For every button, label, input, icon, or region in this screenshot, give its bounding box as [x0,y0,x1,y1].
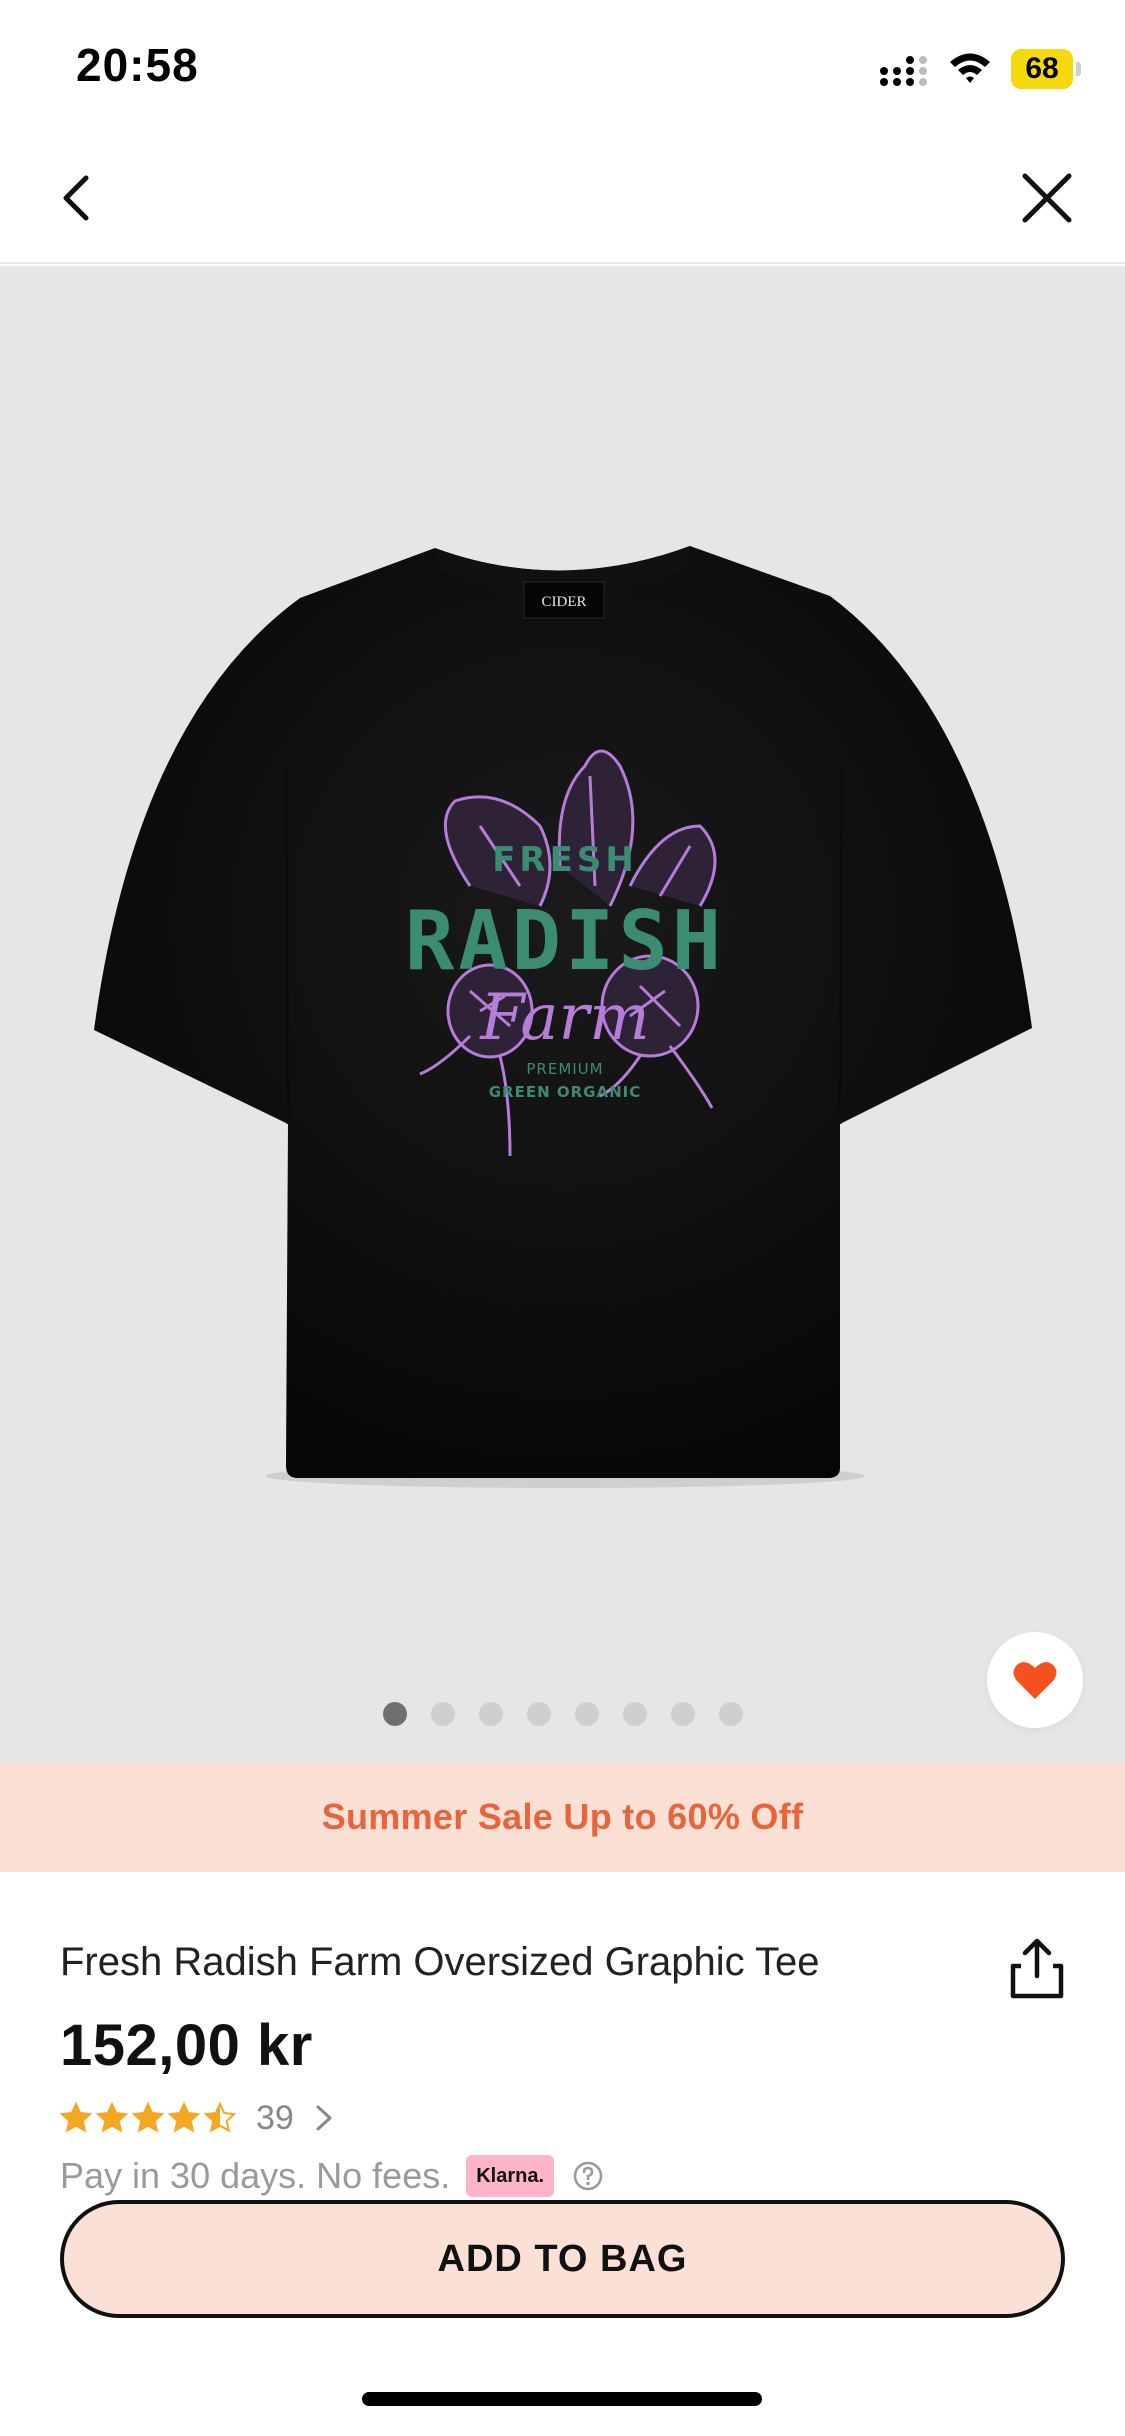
chevron-left-icon[interactable] [48,168,108,228]
graphic-text-green-organic: GREEN ORGANIC [489,1083,642,1101]
star-icon [96,2102,128,2133]
gallery-pagination [0,1702,1125,1726]
home-indicator [362,2392,762,2406]
rating-row[interactable]: 39 [60,2096,336,2140]
add-to-bag-button[interactable]: ADD TO BAG [60,2200,1065,2318]
review-count: 39 [256,2098,294,2137]
status-time: 20:58 [76,39,199,91]
pagination-dot[interactable] [382,1702,407,1726]
battery-level: 68 [1011,49,1073,89]
nav-bar [0,132,1125,264]
brand-label: CIDER [542,594,587,610]
rating-stars [60,2102,236,2134]
wifi-icon [950,53,990,83]
add-to-bag-label: ADD TO BAG [437,2237,688,2280]
klarna-logo: Klarna. [466,2155,555,2197]
pagination-dot[interactable] [526,1702,551,1726]
promo-banner[interactable]: Summer Sale Up to 60% Off [0,1762,1125,1872]
battery-cap [1076,62,1081,76]
pagination-dot[interactable] [430,1702,455,1726]
pay-later-row[interactable]: Pay in 30 days. No fees. Klarna. [60,2152,604,2200]
product-price: 152,00 kr [60,2013,313,2078]
pagination-dot[interactable] [574,1702,599,1726]
pagination-dot[interactable] [670,1702,695,1726]
graphic-text-premium: PREMIUM [526,1060,603,1078]
star-icon [60,2102,92,2133]
pagination-dot[interactable] [478,1702,503,1726]
graphic-text-farm: Farm [479,981,650,1055]
product-image-gallery[interactable]: CIDER FRESH RADISH Farm PREMIUM GREEN OR… [0,266,1125,1762]
star-icon [168,2102,200,2133]
graphic-text-fresh: FRESH [492,840,638,880]
status-icons: 68 [879,44,1081,94]
status-bar: 20:58 68 [0,0,1125,132]
promo-text: Summer Sale Up to 60% Off [321,1796,804,1837]
cellular-signal-icon [880,56,927,86]
pagination-dot[interactable] [718,1702,743,1726]
star-icon [132,2102,164,2133]
battery-indicator: 68 [1011,49,1081,89]
pagination-dot[interactable] [622,1702,647,1726]
close-icon[interactable] [1017,168,1077,228]
pay-later-text: Pay in 30 days. No fees. [60,2155,451,2196]
wishlist-button[interactable] [987,1632,1083,1728]
star-icon [204,2102,236,2133]
heart-icon [1013,1662,1057,1699]
help-icon[interactable] [572,2160,604,2192]
chevron-right-icon [316,2105,332,2131]
share-icon[interactable] [1007,1936,1067,2002]
product-image: CIDER FRESH RADISH Farm PREMIUM GREEN OR… [94,546,1032,1488]
product-title: Fresh Radish Farm Oversized Graphic Tee [60,1940,820,1984]
graphic-text-radish: RADISH [405,894,725,989]
